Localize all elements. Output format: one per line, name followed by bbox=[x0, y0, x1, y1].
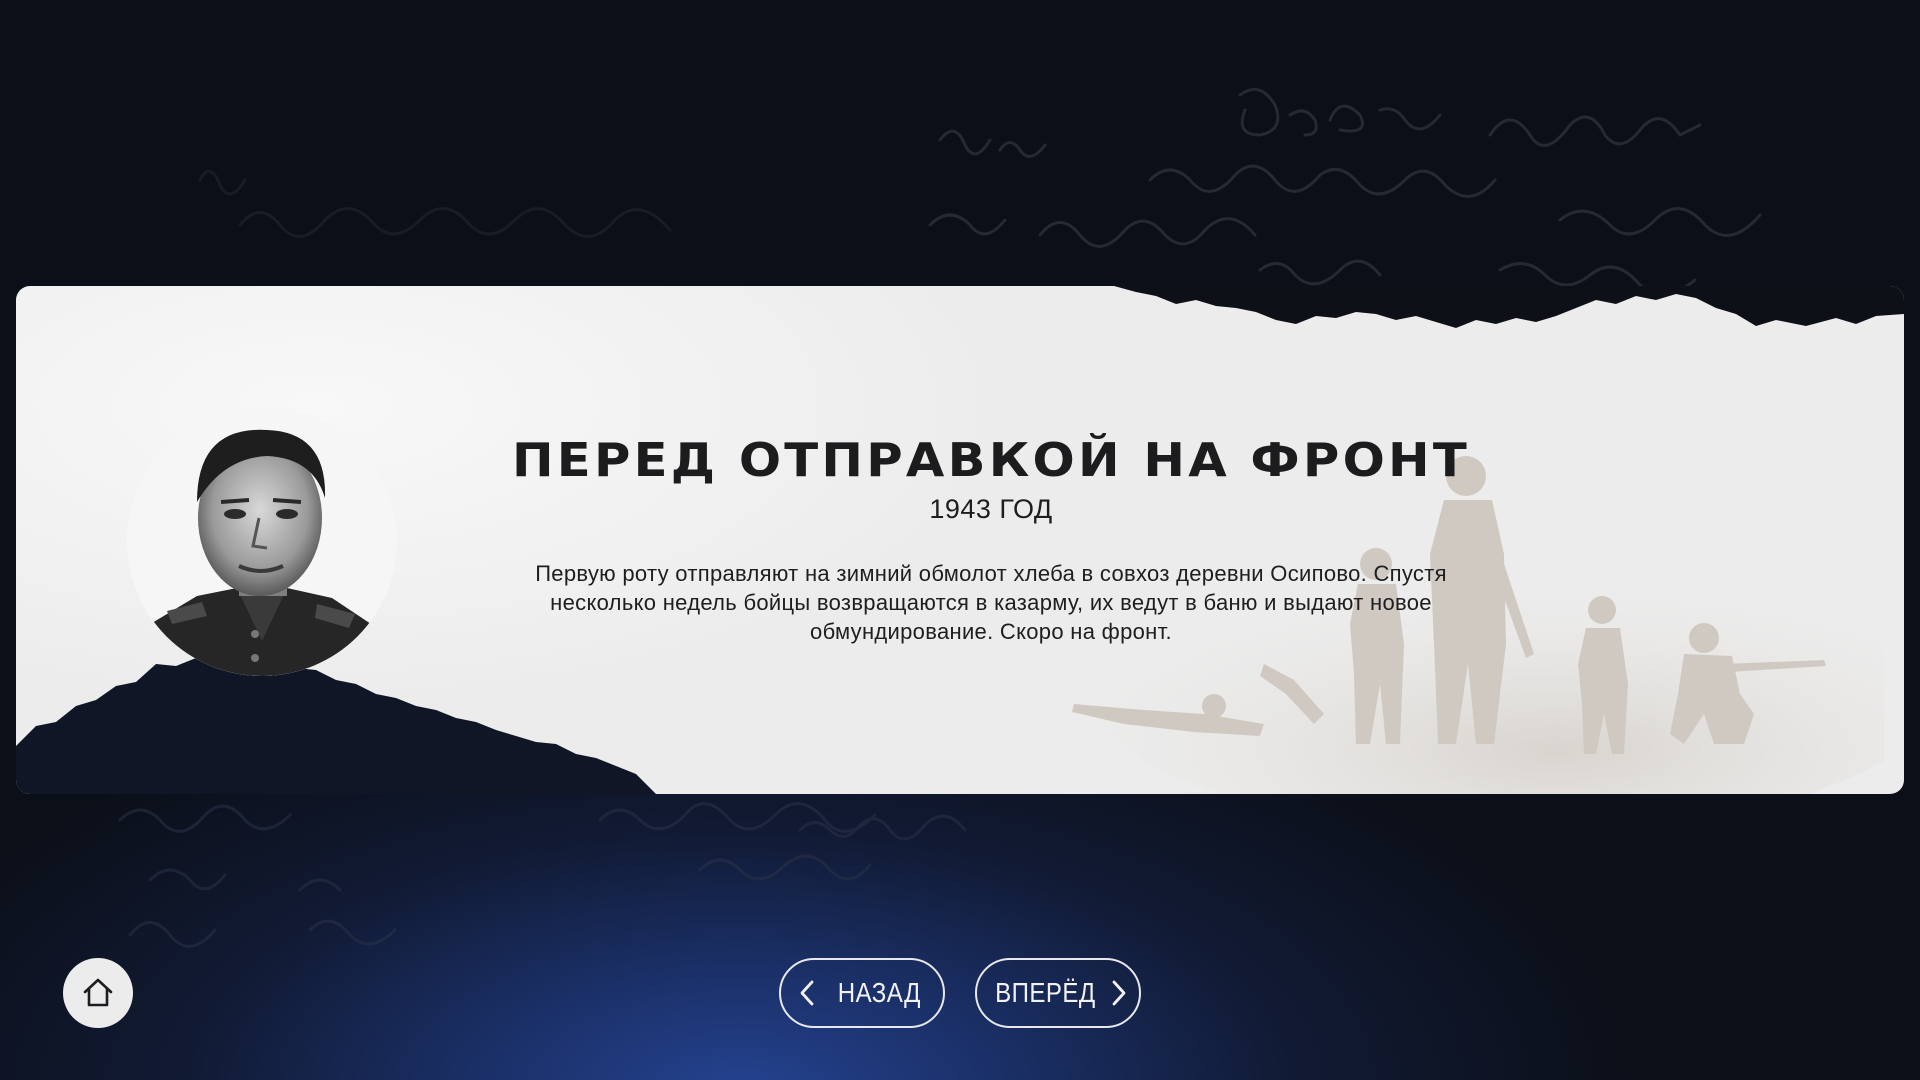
home-icon bbox=[83, 978, 113, 1007]
next-button-label: ВПЕРЁД bbox=[994, 977, 1096, 1008]
slide-title: ПЕРЕД ОТПРАВКОЙ НА ФРОНТ bbox=[511, 433, 1470, 487]
slide-year: 1943 ГОД bbox=[929, 494, 1053, 524]
back-button[interactable]: НАЗАД bbox=[779, 958, 945, 1028]
content-card: ПЕРЕД ОТПРАВКОЙ НА ФРОНТ 1943 ГОД Первую… bbox=[16, 286, 1904, 794]
chevron-left-icon bbox=[800, 980, 814, 1006]
chevron-right-icon bbox=[1113, 980, 1126, 1006]
soldier-portrait-photo bbox=[127, 406, 397, 676]
back-button-label: НАЗАД bbox=[837, 977, 921, 1008]
home-button[interactable] bbox=[63, 958, 133, 1028]
next-button[interactable]: ВПЕРЁД bbox=[975, 958, 1141, 1028]
portrait-image bbox=[127, 406, 397, 676]
slide-description: Первую роту отправляют на зимний обмолот… bbox=[535, 561, 1447, 644]
slide-screen: ПЕРЕД ОТПРАВКОЙ НА ФРОНТ 1943 ГОД Первую… bbox=[0, 0, 1920, 1080]
